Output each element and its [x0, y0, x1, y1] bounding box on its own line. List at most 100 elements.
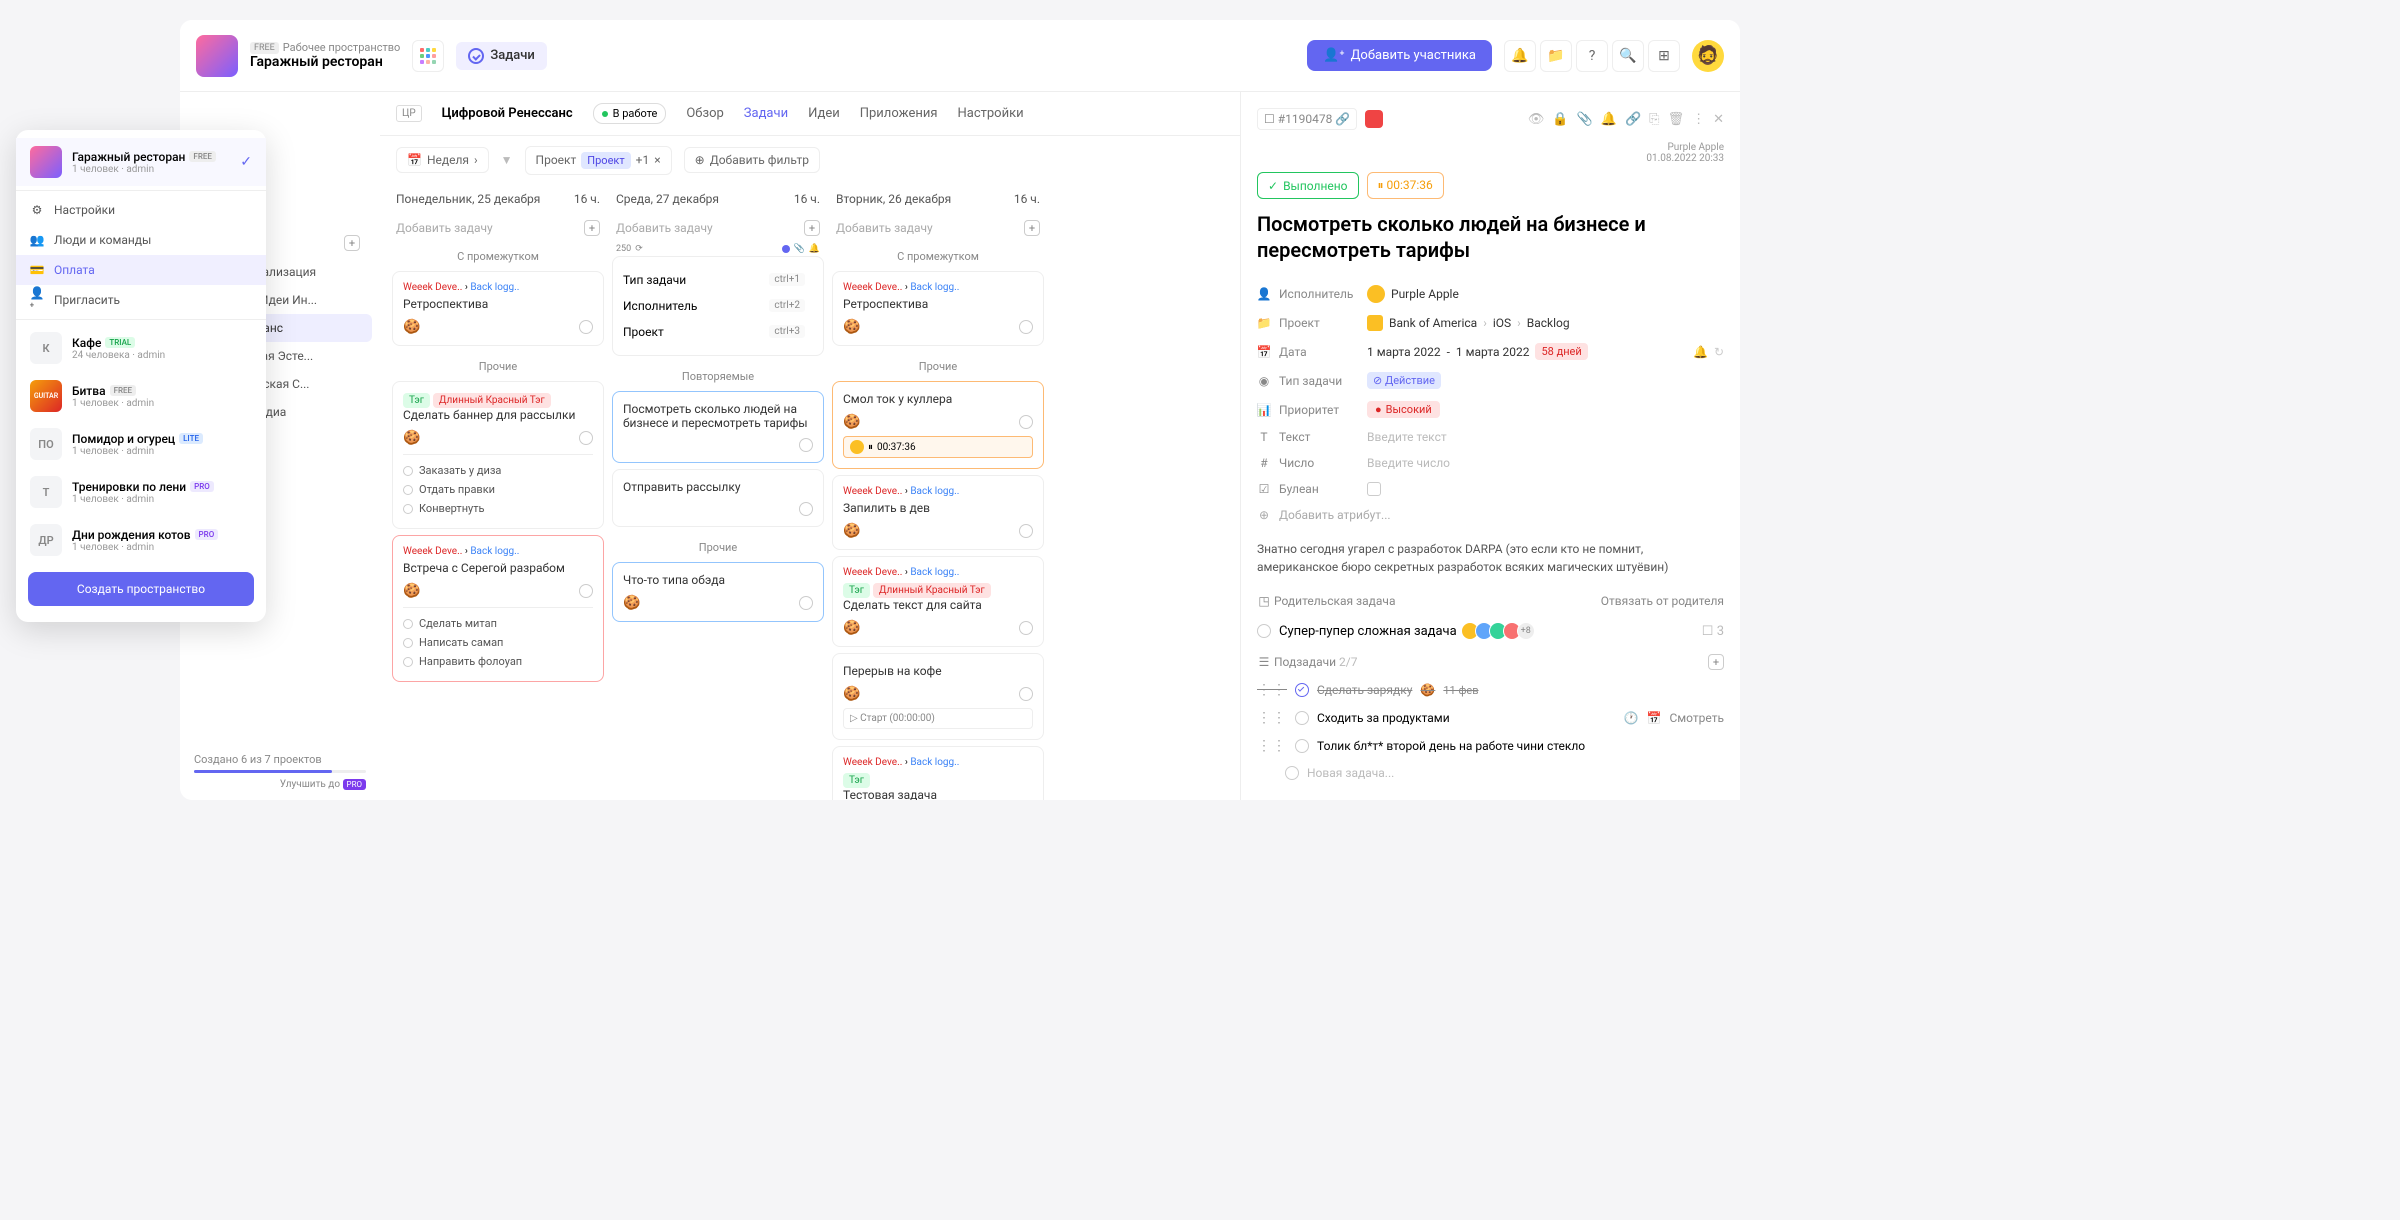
hint-row[interactable]: Проектctrl+3: [623, 319, 813, 345]
menu-billing[interactable]: 💳Оплата: [16, 255, 266, 285]
link-icon[interactable]: 🔗: [1625, 112, 1641, 127]
workspace-name[interactable]: Гаражный ресторан: [250, 54, 400, 70]
add-task-input[interactable]: Добавить задачу+: [392, 214, 604, 242]
complete-circle[interactable]: [799, 596, 813, 610]
bell-icon[interactable]: 🔔: [1504, 40, 1536, 72]
complete-circle[interactable]: [1019, 415, 1033, 429]
complete-circle[interactable]: [1019, 687, 1033, 701]
add-member-button[interactable]: 👤⁺Добавить участника: [1307, 40, 1492, 71]
task-card[interactable]: Перерыв на кофе🍪▷ Старт (00:00:00): [832, 653, 1044, 740]
drag-handle[interactable]: ⋮⋮: [1257, 710, 1287, 726]
help-icon[interactable]: ?: [1576, 40, 1608, 72]
subtask-row[interactable]: ⋮⋮Сделать зарядку🍪11 фев: [1257, 676, 1724, 704]
create-workspace-button[interactable]: Создать пространство: [28, 572, 254, 606]
checkbox[interactable]: [1295, 711, 1309, 725]
filter-icon[interactable]: ▼: [501, 153, 513, 167]
subtask-item[interactable]: Заказать у диза: [403, 461, 593, 480]
assignee-value[interactable]: Purple Apple: [1367, 285, 1724, 303]
drag-handle[interactable]: ⋮⋮: [1257, 682, 1287, 698]
complete-circle[interactable]: [1019, 524, 1033, 538]
nav-settings[interactable]: Настройки: [957, 106, 1023, 121]
nav-overview[interactable]: Обзор: [686, 106, 723, 121]
add-task-input[interactable]: Добавить задачу+: [612, 214, 824, 242]
workspace-item[interactable]: ККафеTRIAL24 человека · admin: [16, 324, 266, 372]
bell-icon[interactable]: 🔔: [1601, 112, 1617, 127]
timer-row[interactable]: ⏸00:37:36: [843, 436, 1033, 458]
copy-icon[interactable]: ⎘: [1649, 112, 1659, 127]
unlink-parent[interactable]: Отвязать от родителя: [1601, 594, 1724, 608]
nav-ideas[interactable]: Идеи: [808, 106, 840, 121]
workspace-icon[interactable]: [196, 35, 238, 77]
task-card[interactable]: Смол ток у куллера🍪⏸00:37:36: [832, 381, 1044, 469]
task-card[interactable]: Weeek Deve.. › Back logg..ТэгДлинный Кра…: [832, 556, 1044, 647]
type-value[interactable]: ⊘ Действие: [1367, 372, 1724, 389]
done-status[interactable]: ✓ Выполнено: [1257, 172, 1359, 199]
subtask-item[interactable]: Направить фолоуап: [403, 652, 593, 671]
attach-icon[interactable]: 📎: [1577, 112, 1593, 127]
subtask-item[interactable]: Отдать правки: [403, 480, 593, 499]
complete-circle[interactable]: [579, 320, 593, 334]
complete-circle[interactable]: [1019, 621, 1033, 635]
calendar-icon[interactable]: 📅: [1647, 711, 1662, 725]
subtask-item[interactable]: Сделать митап: [403, 614, 593, 633]
search-icon[interactable]: 🔍: [1612, 40, 1644, 72]
checkbox[interactable]: [1295, 739, 1309, 753]
repeat-icon[interactable]: ↻: [1714, 345, 1724, 359]
tasks-tab[interactable]: Задачи: [456, 42, 547, 70]
task-card[interactable]: Weeek Deve.. › Back logg..Запилить в дев…: [832, 475, 1044, 550]
folder-icon[interactable]: 📁: [1540, 40, 1572, 72]
workspace-item[interactable]: ТТренировки по лениPRO1 человек · admin: [16, 468, 266, 516]
complete-circle[interactable]: [799, 438, 813, 452]
workspace-item[interactable]: ДРДни рождения котовPRO1 человек · admin: [16, 516, 266, 564]
task-card[interactable]: Weeek Deve.. › Back logg..Ретроспектива🍪: [832, 271, 1044, 346]
workspace-item[interactable]: GUITARБитваFREE1 человек · admin: [16, 372, 266, 420]
priority-value[interactable]: ● Высокий: [1367, 401, 1724, 418]
bell-icon[interactable]: 🔔: [1693, 345, 1708, 359]
add-filter-button[interactable]: ⊕ Добавить фильтр: [684, 147, 820, 173]
checkbox[interactable]: [1295, 683, 1309, 697]
more-icon[interactable]: ⋮: [1692, 112, 1705, 127]
task-description[interactable]: Знатно сегодня угарел с разработок DARPA…: [1257, 540, 1724, 576]
parent-task-row[interactable]: Супер-пупер сложная задача+8☐ 3: [1257, 614, 1724, 648]
subtask-row[interactable]: ⋮⋮Сходить за продуктами🕐📅Смотреть: [1257, 704, 1724, 732]
view-link[interactable]: Смотреть: [1669, 711, 1724, 725]
lock-icon[interactable]: 🔒: [1552, 112, 1568, 127]
task-card[interactable]: ТэгДлинный Красный ТэгСделать баннер для…: [392, 381, 604, 529]
task-card[interactable]: Weeek Deve.. › Back logg..Встреча с Сере…: [392, 535, 604, 682]
task-card[interactable]: Отправить рассылку: [612, 469, 824, 527]
menu-invite[interactable]: 👤⁺Пригласить: [16, 285, 266, 315]
subtask-row[interactable]: ⋮⋮Толик бл*т* второй день на работе чини…: [1257, 732, 1724, 760]
status-pill[interactable]: В работе: [593, 103, 667, 124]
clock-icon[interactable]: 🕐: [1624, 711, 1639, 725]
complete-circle[interactable]: [579, 431, 593, 445]
add-attribute[interactable]: ⊕Добавить атрибут...: [1257, 502, 1724, 528]
date-value[interactable]: 1 марта 2022 - 1 марта 202258 дней🔔↻: [1367, 343, 1724, 360]
hint-row[interactable]: Тип задачиctrl+1: [623, 267, 813, 293]
menu-settings[interactable]: ⚙Настройки: [16, 195, 266, 225]
add-subtask[interactable]: +: [1708, 654, 1724, 670]
close-icon[interactable]: ✕: [1713, 112, 1724, 127]
task-title[interactable]: Посмотреть сколько людей на бизнесе и пе…: [1257, 211, 1724, 263]
eye-icon[interactable]: 👁: [1528, 112, 1545, 127]
project-value[interactable]: Bank of America›iOS›Backlog: [1367, 315, 1724, 331]
text-input[interactable]: Введите текст: [1367, 430, 1724, 444]
nav-apps[interactable]: Приложения: [860, 106, 938, 121]
subtask-item[interactable]: Написать самап: [403, 633, 593, 652]
workspace-current[interactable]: Гаражный ресторанFREE1 человек · admin ✓: [16, 138, 266, 186]
add-task-input[interactable]: Добавить задачу+: [832, 214, 1044, 242]
task-card[interactable]: Weeek Deve.. › Back logg..ТэгТестовая за…: [832, 746, 1044, 800]
project-name[interactable]: Цифровой Ренессанс: [442, 106, 573, 121]
add-project-icon[interactable]: +: [344, 235, 360, 251]
task-id[interactable]: ☐ #1190478 🔗: [1257, 108, 1357, 130]
boolean-input[interactable]: [1367, 482, 1724, 496]
complete-circle[interactable]: [579, 584, 593, 598]
apps-button[interactable]: [412, 40, 444, 72]
complete-circle[interactable]: [1019, 320, 1033, 334]
task-card[interactable]: Что-то типа обэда🍪: [612, 562, 824, 622]
number-input[interactable]: Введите число: [1367, 456, 1724, 470]
subtask-item[interactable]: Конвертнуть: [403, 499, 593, 518]
user-avatar[interactable]: 🧔: [1692, 40, 1724, 72]
task-card[interactable]: Посмотреть сколько людей на бизнесе и пе…: [612, 391, 824, 463]
view-week[interactable]: 📅 Неделя ›: [396, 147, 489, 173]
workspace-item[interactable]: ПОПомидор и огурецLITE1 человек · admin: [16, 420, 266, 468]
